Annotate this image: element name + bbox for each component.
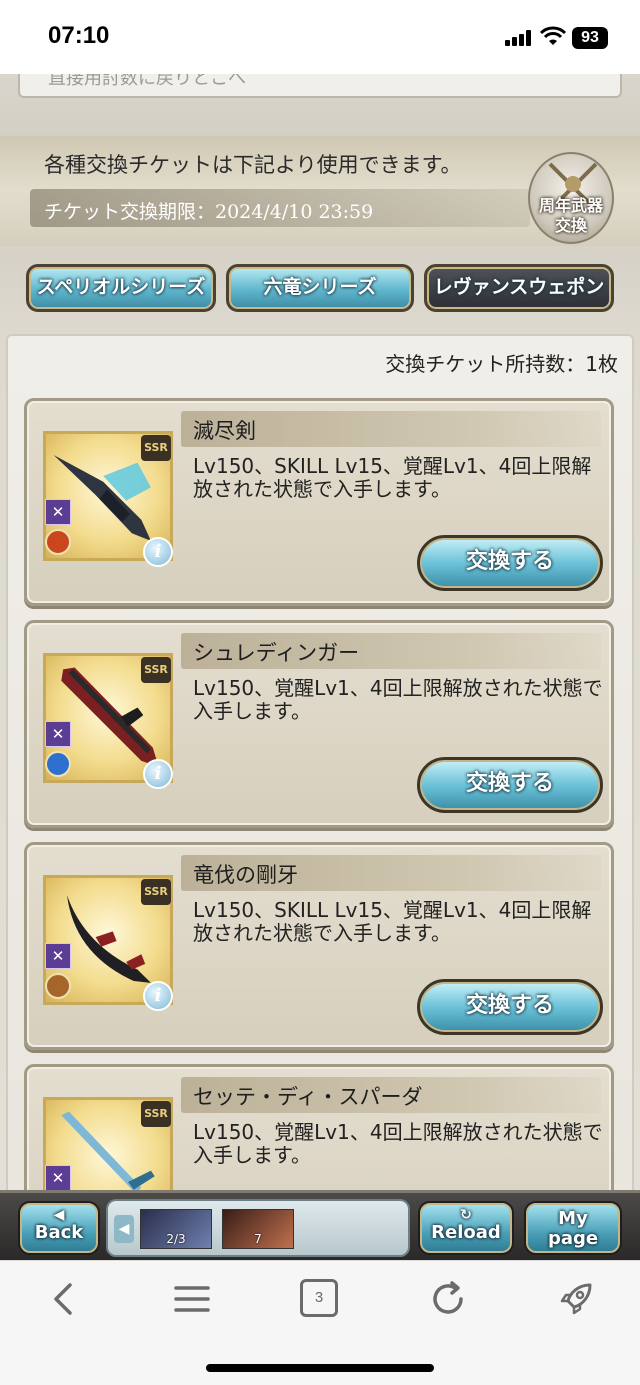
weapon-name: セッテ・ディ・スパーダ xyxy=(193,1085,423,1109)
sword-type-icon: ✕ xyxy=(45,943,71,969)
tabs-icon[interactable]: 3 xyxy=(300,1279,338,1317)
weapon-card: 滅尽剣 Lv150、SKILL Lv15、覚醒Lv1、4回上限解放された状態で入… xyxy=(24,398,614,606)
exchange-button[interactable]: 交換する xyxy=(417,535,603,591)
status-bar: 07:10 93 xyxy=(0,0,640,74)
top-notice-text: 直接用討数に戻りとこへ xyxy=(48,74,246,89)
cellular-signal-icon xyxy=(505,30,533,46)
weapon-name: 滅尽剣 xyxy=(193,419,256,443)
tray-left-arrow-icon[interactable]: ◀ xyxy=(114,1215,134,1243)
top-notice-panel: 直接用討数に戻りとこへ xyxy=(18,74,622,98)
ssr-rarity-icon: SSR xyxy=(141,435,171,461)
reload-button[interactable]: ↻ Reload xyxy=(418,1201,514,1255)
weapon-card: 竜伐の剛牙 Lv150、SKILL Lv15、覚醒Lv1、4回上限解放された状態… xyxy=(24,842,614,1050)
back-arrow-icon: ◀ xyxy=(53,1207,65,1223)
info-icon[interactable]: i xyxy=(143,759,173,789)
weapon-description: Lv150、覚醒Lv1、4回上限解放された状態で入手します。 xyxy=(193,676,603,723)
tab-six-dragons-series[interactable]: 六竜シリーズ xyxy=(226,264,414,312)
chevron-left-icon[interactable] xyxy=(44,1279,84,1319)
ssr-rarity-icon: SSR xyxy=(141,879,171,905)
tab-revans-weapons[interactable]: レヴァンスウェポン xyxy=(424,264,614,312)
info-icon[interactable]: i xyxy=(143,981,173,1011)
reload-icon: ↻ xyxy=(460,1207,472,1223)
earth-element-icon xyxy=(45,973,71,999)
fire-element-icon xyxy=(45,529,71,555)
weapon-name: 竜伐の剛牙 xyxy=(193,863,298,887)
weapon-card: シュレディンガー Lv150、覚醒Lv1、4回上限解放された状態で入手します。 … xyxy=(24,620,614,828)
tray-item[interactable]: 2/3 xyxy=(140,1209,212,1249)
weapon-description: Lv150、SKILL Lv15、覚醒Lv1、4回上限解放された状態で入手します… xyxy=(193,454,592,501)
mypage-button[interactable]: My page xyxy=(524,1201,622,1255)
exchange-button[interactable]: 交換する xyxy=(417,757,603,813)
status-time: 07:10 xyxy=(48,22,110,49)
weapon-description: Lv150、SKILL Lv15、覚醒Lv1、4回上限解放された状態で入手します… xyxy=(193,898,592,945)
tab-superior-series[interactable]: スペリオルシリーズ xyxy=(26,264,216,312)
water-element-icon xyxy=(45,751,71,777)
info-usage-text: 各種交換チケットは下記より使用できます。 xyxy=(44,153,462,177)
quick-access-tray: ◀ 2/3 7 xyxy=(106,1199,410,1257)
hamburger-menu-icon[interactable] xyxy=(172,1279,212,1319)
weapon-list-panel: 交換チケット所持数：1枚 滅尽剣 Lv150、SKILL Lv15、覚醒Lv1、… xyxy=(6,334,634,1260)
sword-type-icon: ✕ xyxy=(45,721,71,747)
sword-type-icon: ✕ xyxy=(45,1165,71,1191)
wifi-icon xyxy=(540,26,566,45)
reload-icon[interactable] xyxy=(428,1279,468,1319)
weapon-name: シュレディンガー xyxy=(193,641,360,665)
info-icon[interactable]: i xyxy=(143,537,173,567)
rocket-icon[interactable] xyxy=(556,1279,596,1319)
back-button[interactable]: ◀ Back xyxy=(18,1201,100,1255)
ticket-count: 交換チケット所持数：1枚 xyxy=(385,352,618,376)
weapon-description: Lv150、覚醒Lv1、4回上限解放された状態で入手します。 xyxy=(193,1120,603,1167)
sword-type-icon: ✕ xyxy=(45,499,71,525)
game-bottom-nav: ◀ Back ◀ 2/3 7 ↻ Reload My page xyxy=(0,1190,640,1260)
deadline-text: チケット交換期限：2024/4/10 23:59 xyxy=(44,201,374,223)
anniversary-weapon-label: 周年武器 交換 xyxy=(538,196,603,235)
ssr-rarity-icon: SSR xyxy=(141,1101,171,1127)
battery-indicator: 93 xyxy=(572,27,608,49)
home-indicator xyxy=(206,1364,434,1372)
exchange-button[interactable]: 交換する xyxy=(417,979,603,1035)
ssr-rarity-icon: SSR xyxy=(141,657,171,683)
tray-item[interactable]: 7 xyxy=(222,1209,294,1249)
game-view: 直接用討数に戻りとこへ 各種交換チケットは下記より使用できます。 チケット交換期… xyxy=(0,74,640,1260)
